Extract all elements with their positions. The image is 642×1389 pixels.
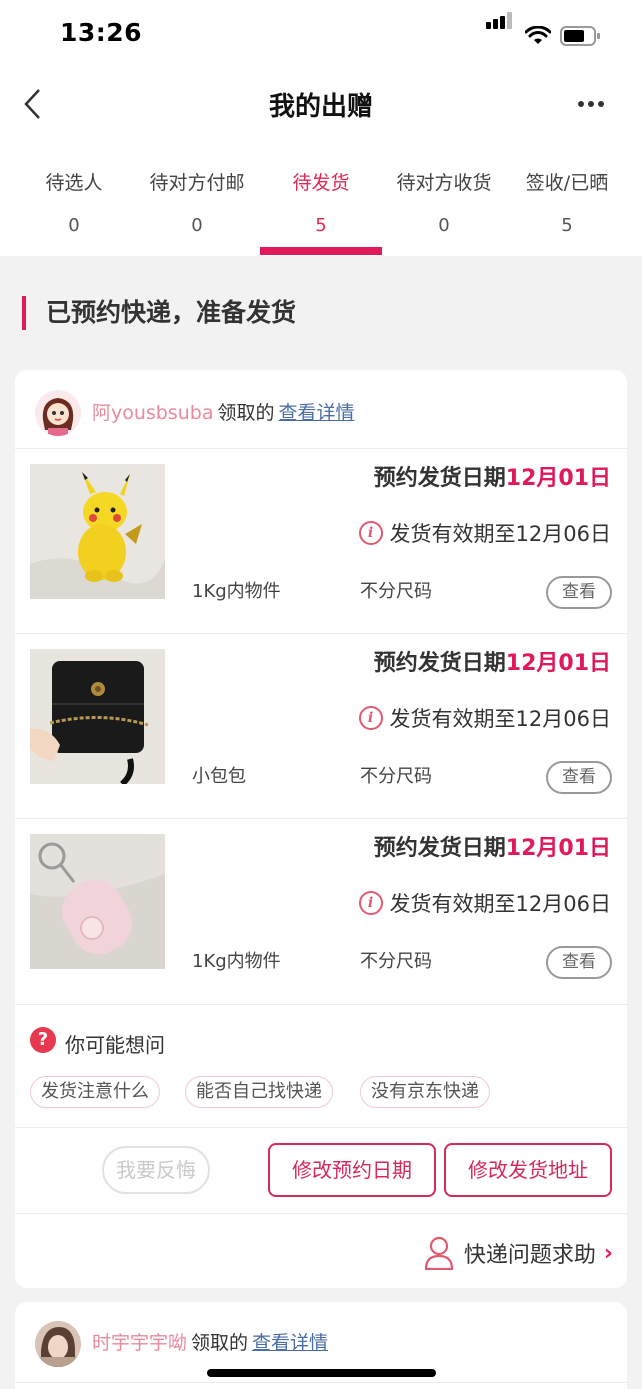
item-image-handbag[interactable] (30, 649, 165, 784)
list-item[interactable]: 预约发货日期12月01日 i 发货有效期至12月06日 1Kg内物件 不分尺码 查… (15, 819, 627, 1004)
date-value: 12月01日 (505, 836, 611, 861)
validity: i 发货有效期至12月06日 (358, 888, 611, 918)
faq-chip[interactable]: 没有京东快递 (360, 1076, 490, 1108)
view-details-link[interactable]: 查看详情 (252, 1332, 328, 1354)
item-size: 不分尺码 (360, 766, 432, 787)
tab-count: 5 (315, 215, 327, 236)
question-icon: ? (30, 1027, 56, 1053)
username[interactable]: 时宇宇宇呦 (92, 1332, 187, 1354)
username[interactable]: 阿yousbsuba (92, 402, 214, 424)
item-name: 1Kg内物件 (192, 951, 281, 972)
card-header: 时宇宇宇呦 领取的 查看详情 (92, 1328, 328, 1355)
info-icon: i (358, 706, 383, 730)
item-name: 1Kg内物件 (192, 581, 281, 602)
battery-icon (560, 26, 600, 46)
view-details-link[interactable]: 查看详情 (279, 402, 355, 424)
validity: i 发货有效期至12月06日 (358, 703, 611, 733)
status-bar: 13:26 (0, 0, 642, 70)
tab-label: 待选人 (45, 172, 103, 194)
info-icon: i (358, 521, 383, 545)
order-card: 阿yousbsuba 领取的 查看详情 预约发货日期12月01日 i 发货有效期至12… (15, 370, 627, 1288)
view-button[interactable]: 查看 (546, 761, 612, 794)
scheduled-date: 预约发货日期12月01日 (374, 645, 611, 677)
card-header: 阿yousbsuba 领取的 查看详情 (92, 398, 355, 425)
status-tabs: 待选人 0 待对方付邮 0 待发货 5 待对方收货 0 签收/已晒 5 (0, 154, 642, 256)
validity-text: 发货有效期至12月06日 (389, 707, 611, 731)
avatar[interactable] (35, 1321, 81, 1367)
tab-count: 0 (68, 215, 80, 236)
list-item[interactable]: 预约发货日期12月01日 i 发货有效期至12月06日 1Kg内物件 不分尺码 查… (15, 449, 627, 634)
tab-label: 待对方付邮 (149, 172, 245, 194)
divider (15, 1382, 627, 1383)
view-button[interactable]: 查看 (546, 946, 612, 979)
claimed-label: 领取的 (191, 1332, 249, 1354)
faq-chip[interactable]: 能否自己找快递 (185, 1076, 333, 1108)
date-value: 12月01日 (505, 651, 611, 676)
page-title: 我的出赠 (268, 92, 373, 122)
courier-help-row[interactable]: 快递问题求助 › (424, 1233, 613, 1273)
regret-button[interactable]: 我要反悔 (102, 1146, 210, 1194)
tab-count: 0 (191, 215, 203, 236)
tab-label: 待发货 (292, 172, 350, 194)
info-icon: i (358, 891, 383, 915)
wifi-icon (525, 26, 551, 44)
divider (15, 1127, 627, 1128)
validity: i 发货有效期至12月06日 (358, 518, 611, 548)
tab-pending-ship[interactable]: 待发货 5 (257, 154, 385, 256)
tab-count: 0 (438, 215, 450, 236)
chevron-right-icon: › (603, 1240, 613, 1266)
change-date-button[interactable]: 修改预约日期 (268, 1143, 436, 1197)
divider (15, 1213, 627, 1214)
faq-title: 你可能想问 (65, 1033, 165, 1057)
tab-count: 5 (561, 215, 573, 236)
courier-help-label: 快递问题求助 (463, 1243, 596, 1268)
divider (15, 1004, 627, 1005)
active-tab-indicator (260, 247, 382, 255)
section-title: 已预约快递，准备发货 (22, 296, 296, 330)
more-icon[interactable] (577, 100, 605, 108)
status-time: 13:26 (60, 18, 143, 47)
item-name: 小包包 (192, 766, 246, 787)
item-size: 不分尺码 (360, 581, 432, 602)
person-icon (424, 1236, 454, 1270)
tab-signed[interactable]: 签收/已晒 5 (503, 154, 631, 256)
scheduled-date: 预约发货日期12月01日 (374, 460, 611, 492)
validity-text: 发货有效期至12月06日 (389, 522, 611, 546)
tab-label: 签收/已晒 (525, 172, 609, 194)
tab-pending-select[interactable]: 待选人 0 (10, 154, 138, 256)
date-prefix: 预约发货日期 (373, 836, 506, 861)
tab-label: 待对方收货 (396, 172, 492, 194)
view-button[interactable]: 查看 (546, 576, 612, 609)
date-prefix: 预约发货日期 (373, 651, 506, 676)
date-prefix: 预约发货日期 (373, 466, 506, 491)
item-image-keychain[interactable] (30, 834, 165, 969)
validity-text: 发货有效期至12月06日 (389, 892, 611, 916)
scheduled-date: 预约发货日期12月01日 (374, 830, 611, 862)
date-value: 12月01日 (505, 466, 611, 491)
faq-chip[interactable]: 发货注意什么 (30, 1076, 160, 1108)
claimed-label: 领取的 (217, 402, 275, 424)
item-size: 不分尺码 (360, 951, 432, 972)
item-image-pikachu[interactable] (30, 464, 165, 599)
nav-bar: 我的出赠 (0, 70, 642, 154)
avatar[interactable] (35, 390, 81, 436)
tab-pending-receive[interactable]: 待对方收货 0 (380, 154, 508, 256)
tab-pending-postage[interactable]: 待对方付邮 0 (133, 154, 261, 256)
list-item[interactable]: 预约发货日期12月01日 i 发货有效期至12月06日 小包包 不分尺码 查看 (15, 634, 627, 819)
change-address-button[interactable]: 修改发货地址 (444, 1143, 612, 1197)
home-indicator (207, 1369, 436, 1377)
